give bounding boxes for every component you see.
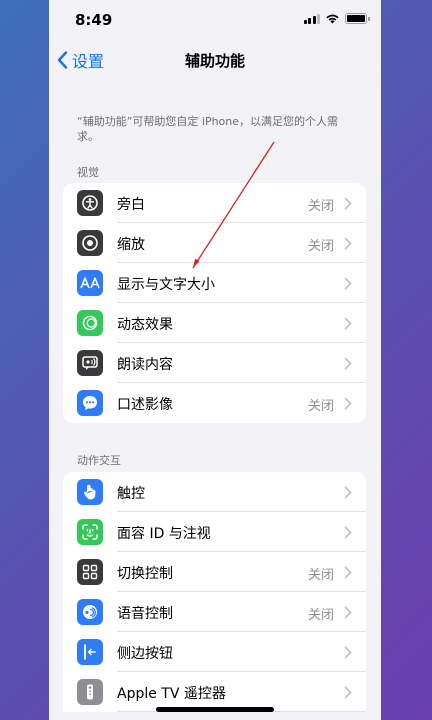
setting-row-voiceover[interactable]: 旁白 关闭 [63,183,366,223]
chevron-right-icon [344,197,352,210]
battery-icon [345,13,370,24]
chevron-right-icon [344,646,352,659]
status-bar: 8:49 [49,0,381,40]
touch-icon [77,479,103,505]
audio-description-icon [77,390,103,416]
setting-label: 侧边按钮 [117,646,173,662]
setting-value: 关闭 [307,199,334,214]
cellular-signal-icon [303,13,320,24]
chevron-right-icon [344,237,352,250]
zoom-icon [77,230,103,256]
chevron-right-icon [344,357,352,370]
chevron-right-icon [344,566,352,579]
text-size-icon [77,270,103,296]
setting-label: 触控 [117,486,145,502]
intro-description: “辅助功能”可帮助您自定 iPhone，以满足您的个人需求。 [77,115,339,143]
chevron-right-icon [344,397,352,410]
navigation-bar: 设置 辅助功能 [49,40,381,80]
setting-row-touch[interactable]: 触控 [63,472,366,512]
setting-row-switch-control[interactable]: 切换控制 关闭 [63,552,366,592]
setting-label: 旁白 [117,197,145,213]
chevron-right-icon [344,606,352,619]
chevron-right-icon [344,526,352,539]
setting-row-display-text-size[interactable]: 显示与文字大小 [63,263,366,303]
spoken-content-icon [77,350,103,376]
status-time: 8:49 [75,11,113,29]
page-title: 辅助功能 [184,52,245,70]
setting-value: 关闭 [307,399,334,414]
setting-label: Apple TV 遥控器 [117,686,226,702]
section-header-vision: 视觉 [77,166,99,179]
setting-row-zoom[interactable]: 缩放 关闭 [63,223,366,263]
status-icons [303,13,370,24]
switch-control-icon [77,559,103,585]
settings-group-physical-motor: 触控 面容 ID 与注视 切换控制 关闭 语音控制 关闭 侧边按钮 Apple … [63,472,366,712]
setting-label: 切换控制 [117,566,173,582]
setting-value: 关闭 [307,239,334,254]
setting-value: 关闭 [307,568,334,583]
wifi-icon [326,14,339,24]
setting-label: 朗读内容 [117,357,173,373]
setting-row-voice-control[interactable]: 语音控制 关闭 [63,592,366,632]
motion-icon [77,310,103,336]
chevron-right-icon [344,277,352,290]
settings-group-vision: 旁白 关闭 缩放 关闭 显示与文字大小 动态效果 朗读内容 口述影像 关闭 [63,183,366,423]
setting-label: 口述影像 [117,397,173,413]
home-indicator[interactable] [156,707,274,712]
setting-row-motion[interactable]: 动态效果 [63,303,366,343]
setting-row-apple-tv-remote[interactable]: Apple TV 遥控器 [63,672,366,712]
setting-value: 关闭 [307,608,334,623]
voiceover-icon [77,190,103,216]
setting-row-side-button[interactable]: 侧边按钮 [63,632,366,672]
voice-control-icon [77,599,103,625]
chevron-right-icon [344,317,352,330]
setting-row-spoken-content[interactable]: 朗读内容 [63,343,366,383]
setting-row-audio-descriptions[interactable]: 口述影像 关闭 [63,383,366,423]
side-button-icon [77,639,103,665]
setting-label: 动态效果 [117,317,173,333]
setting-label: 语音控制 [117,606,173,622]
setting-row-face-id-attention[interactable]: 面容 ID 与注视 [63,512,366,552]
setting-label: 面容 ID 与注视 [117,526,211,542]
apple-tv-remote-icon [77,679,103,705]
section-header-physical-motor: 动作交互 [77,454,121,467]
setting-label: 缩放 [117,237,145,253]
face-id-icon [77,519,103,545]
setting-label: 显示与文字大小 [117,277,215,293]
chevron-right-icon [344,686,352,699]
chevron-right-icon [344,486,352,499]
phone-screen: 8:49 设置 辅助功能 “辅助功能”可帮助您自定 iPhone，以满足您的个人… [49,0,381,720]
